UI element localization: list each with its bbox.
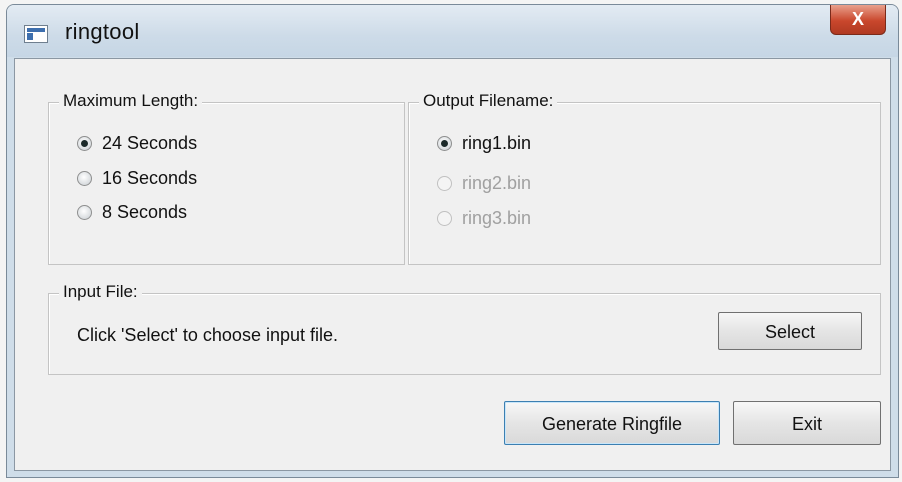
max-length-group: Maximum Length: 24 Seconds 16 Seconds 8 …: [48, 91, 405, 265]
max-length-group-title: Maximum Length:: [59, 91, 203, 111]
radio-label: 8 Seconds: [102, 202, 188, 222]
radio-label: 24 Seconds: [102, 133, 198, 153]
input-file-group: Input File: Click 'Select' to choose inp…: [48, 282, 881, 375]
output-filename-group: Output Filename: ring1.bin ring2.bin rin…: [408, 91, 881, 265]
radio-label: ring1.bin: [462, 133, 532, 153]
app-icon: [24, 25, 48, 43]
title-bar[interactable]: ringtool X: [7, 5, 898, 57]
radio-label: ring3.bin: [462, 208, 532, 228]
close-button[interactable]: X: [830, 5, 886, 35]
exit-button[interactable]: Exit: [733, 401, 881, 445]
radio-disabled-icon: [437, 176, 452, 191]
dialog-body: Maximum Length: 24 Seconds 16 Seconds 8 …: [14, 58, 891, 471]
select-button[interactable]: Select: [718, 312, 862, 350]
radio-unchecked-icon[interactable]: [77, 171, 92, 186]
window-title: ringtool: [65, 19, 140, 44]
radio-disabled-icon: [437, 211, 452, 226]
radio-checked-icon[interactable]: [437, 136, 452, 151]
generate-ringfile-button[interactable]: Generate Ringfile: [504, 401, 720, 445]
radio-label: 16 Seconds: [102, 168, 198, 188]
radio-label: ring2.bin: [462, 173, 532, 193]
radio-checked-icon[interactable]: [77, 136, 92, 151]
output-filename-group-title: Output Filename:: [419, 91, 558, 111]
input-file-group-title: Input File:: [59, 282, 142, 302]
ringtool-window: ringtool X Maximum Length: 24 Seconds 16…: [6, 4, 899, 478]
radio-unchecked-icon[interactable]: [77, 205, 92, 220]
input-file-hint: Click 'Select' to choose input file.: [77, 325, 338, 345]
close-icon: X: [851, 9, 864, 29]
